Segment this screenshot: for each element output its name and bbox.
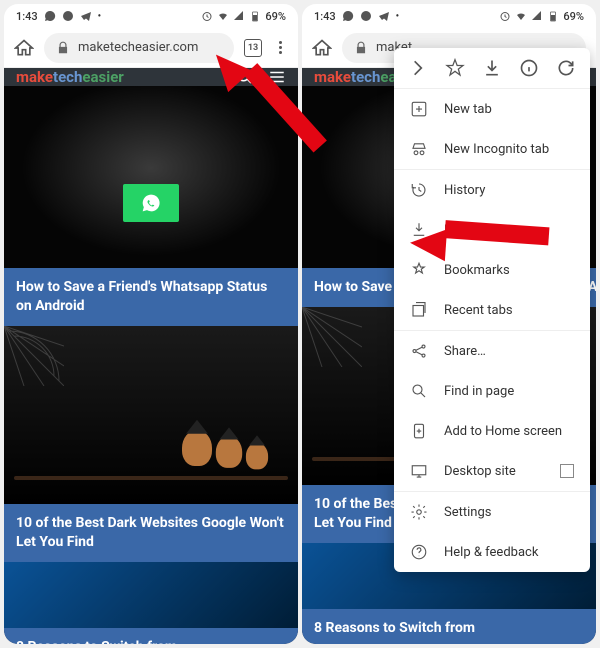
article-image	[4, 326, 298, 504]
desktop-checkbox[interactable]	[560, 464, 574, 478]
menu-recent-tabs[interactable]: Recent tabs	[394, 290, 590, 330]
more-menu-button[interactable]	[272, 41, 288, 54]
menu-top-row	[394, 48, 590, 89]
phone-left: 1:43 • 69% maketecheasier.com 13	[4, 4, 298, 644]
home-icon[interactable]	[312, 38, 332, 58]
menu-add-home[interactable]: Add to Home screen	[394, 411, 590, 451]
menu-share[interactable]: Share…	[394, 330, 590, 371]
downloads-icon	[410, 221, 428, 239]
history-icon	[410, 181, 428, 199]
battery-level: 69%	[563, 10, 584, 23]
incognito-icon	[410, 140, 428, 158]
gear-icon	[410, 503, 428, 521]
find-icon	[410, 382, 428, 400]
whatsapp-icon	[44, 10, 56, 22]
hamburger-icon[interactable]	[268, 68, 286, 86]
wifi-icon	[217, 10, 229, 22]
article-title: How to Save a Friend's Whatsapp Status o…	[4, 268, 298, 326]
article-title: 8 Reasons to Switch from	[302, 609, 596, 644]
lock-icon	[56, 41, 70, 55]
star-icon[interactable]	[445, 58, 465, 78]
recent-tabs-icon	[410, 301, 428, 319]
help-icon	[410, 543, 428, 561]
url-text: maketecheasier.com	[78, 40, 198, 55]
bookmarks-icon	[410, 261, 428, 279]
article-image	[4, 562, 298, 628]
status-time: 1:43	[16, 10, 38, 23]
battery-level: 69%	[265, 10, 286, 23]
site-header: maketecheasier	[4, 68, 298, 86]
article-image	[4, 86, 298, 268]
alarm-icon	[201, 10, 213, 22]
forward-icon[interactable]	[408, 58, 428, 78]
article-3[interactable]: 8 Reasons to Switch from	[4, 562, 298, 644]
info-icon[interactable]	[519, 58, 539, 78]
article-title: 8 Reasons to Switch from	[4, 628, 298, 644]
menu-new-tab[interactable]: New tab	[394, 89, 590, 129]
download-icon[interactable]	[482, 58, 502, 78]
messenger-icon	[360, 10, 372, 22]
menu-history[interactable]: History	[394, 169, 590, 210]
phone-right: 1:43 • 69% maket	[302, 4, 596, 644]
refresh-icon[interactable]	[556, 58, 576, 78]
article-2[interactable]: 10 of the Best Dark Websites Google Won'…	[4, 326, 298, 562]
plus-box-icon	[410, 100, 428, 118]
article-title: 10 of the Best Dark Websites Google Won'…	[4, 504, 298, 562]
lock-icon	[354, 41, 368, 55]
webpage-content: maketecheasier How to Save a Friend's Wh…	[4, 68, 298, 644]
tab-switcher[interactable]: 13	[244, 39, 262, 57]
status-dot: •	[98, 11, 102, 22]
home-icon[interactable]	[14, 38, 34, 58]
signal-icon	[531, 10, 543, 22]
status-dot: •	[396, 11, 400, 22]
menu-downloads[interactable]: Downloads	[394, 210, 590, 250]
signal-icon	[233, 10, 245, 22]
whatsapp-icon	[342, 10, 354, 22]
whatsapp-logo-icon	[141, 193, 161, 213]
wifi-icon	[515, 10, 527, 22]
article-1[interactable]: How to Save a Friend's Whatsapp Status o…	[4, 86, 298, 326]
menu-find[interactable]: Find in page	[394, 371, 590, 411]
menu-desktop-site[interactable]: Desktop site	[394, 451, 590, 491]
search-icon[interactable]	[236, 68, 254, 86]
status-time: 1:43	[314, 10, 336, 23]
url-field[interactable]: maketecheasier.com	[44, 33, 234, 63]
desktop-icon	[410, 462, 428, 480]
status-bar: 1:43 • 69%	[4, 4, 298, 28]
battery-icon	[547, 10, 559, 22]
messenger-icon	[62, 10, 74, 22]
menu-settings[interactable]: Settings	[394, 491, 590, 532]
telegram-icon	[80, 10, 92, 22]
site-logo[interactable]: maketecheasier	[16, 68, 124, 86]
menu-help[interactable]: Help & feedback	[394, 532, 590, 572]
telegram-icon	[378, 10, 390, 22]
menu-incognito[interactable]: New Incognito tab	[394, 129, 590, 169]
alarm-icon	[499, 10, 511, 22]
battery-icon	[249, 10, 261, 22]
menu-bookmarks[interactable]: Bookmarks	[394, 250, 590, 290]
add-home-icon	[410, 422, 428, 440]
share-icon	[410, 342, 428, 360]
address-bar: maketecheasier.com 13	[4, 28, 298, 68]
chrome-menu-panel: New tab New Incognito tab History Downlo…	[394, 48, 590, 572]
status-bar: 1:43 • 69%	[302, 4, 596, 28]
